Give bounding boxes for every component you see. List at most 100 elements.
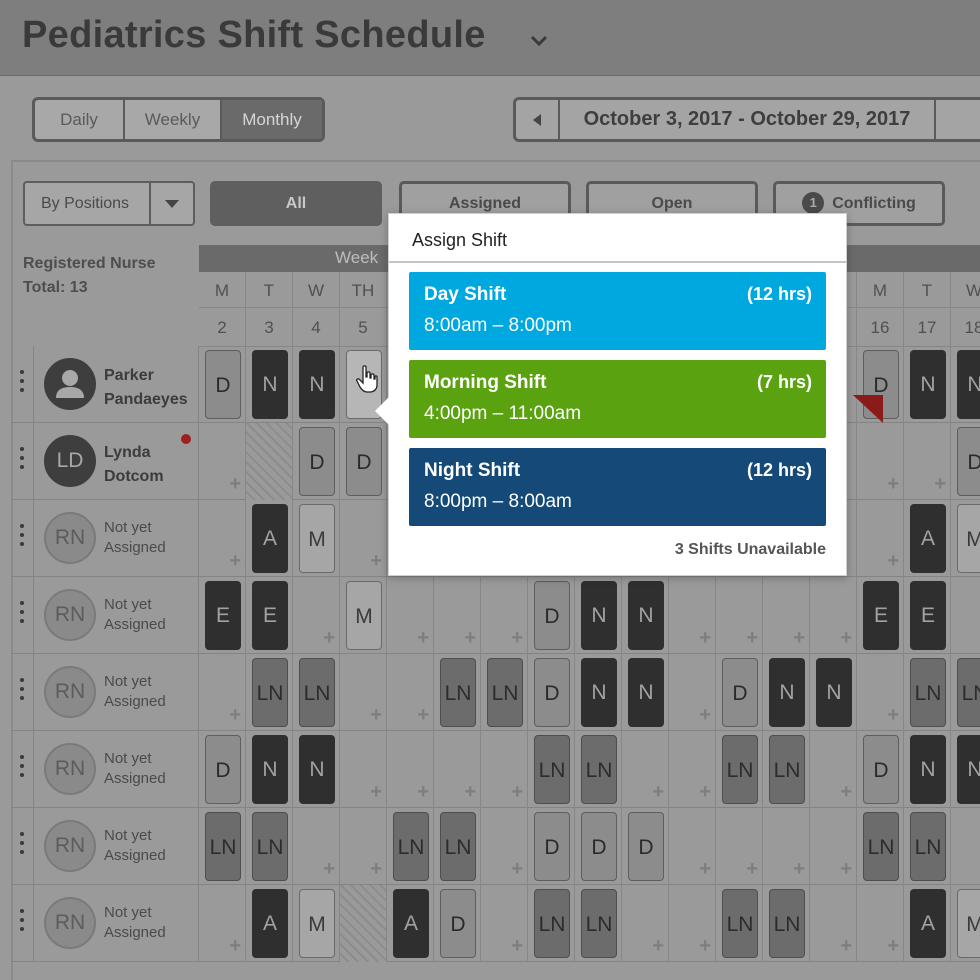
- schedule-cell[interactable]: +: [763, 808, 810, 885]
- schedule-cell[interactable]: LN: [528, 731, 575, 808]
- schedule-cell[interactable]: LN: [904, 654, 951, 731]
- add-shift-icon[interactable]: +: [370, 781, 382, 804]
- avatar[interactable]: RN: [44, 897, 96, 949]
- schedule-cell[interactable]: LN: [434, 654, 481, 731]
- schedule-cell[interactable]: D: [340, 423, 387, 500]
- staff-member[interactable]: RN Not yet Assigned: [33, 577, 199, 654]
- schedule-cell[interactable]: N: [622, 577, 669, 654]
- schedule-cell[interactable]: M: [340, 577, 387, 654]
- shift-chip[interactable]: N: [816, 658, 852, 727]
- schedule-cell[interactable]: D: [857, 731, 904, 808]
- drag-handle-icon[interactable]: [19, 447, 25, 477]
- shift-chip[interactable]: N: [628, 581, 664, 650]
- shift-chip[interactable]: D: [205, 350, 241, 419]
- schedule-cell[interactable]: +: [434, 577, 481, 654]
- schedule-cell[interactable]: +: [481, 577, 528, 654]
- schedule-cell[interactable]: A: [387, 885, 434, 962]
- add-shift-icon[interactable]: +: [746, 627, 758, 650]
- schedule-cell[interactable]: LN: [246, 808, 293, 885]
- avatar[interactable]: RN: [44, 512, 96, 564]
- drag-handle-icon[interactable]: [19, 370, 25, 400]
- shift-chip[interactable]: D: [722, 658, 758, 727]
- add-shift-icon[interactable]: +: [511, 858, 523, 881]
- schedule-cell[interactable]: A: [246, 500, 293, 577]
- tab-daily[interactable]: Daily: [35, 100, 125, 139]
- schedule-cell[interactable]: +: [951, 577, 980, 654]
- shift-chip[interactable]: LN: [205, 812, 241, 881]
- shift-chip[interactable]: A: [393, 889, 429, 958]
- drag-handle-icon[interactable]: [19, 524, 25, 554]
- shift-chip[interactable]: E: [863, 581, 899, 650]
- schedule-cell[interactable]: D: [716, 654, 763, 731]
- schedule-cell[interactable]: E: [246, 577, 293, 654]
- add-shift-icon[interactable]: +: [229, 550, 241, 573]
- schedule-cell[interactable]: +: [810, 885, 857, 962]
- schedule-cell[interactable]: LN: [763, 885, 810, 962]
- schedule-cell[interactable]: [246, 423, 293, 500]
- shift-chip[interactable]: LN: [487, 658, 523, 727]
- add-shift-icon[interactable]: +: [511, 627, 523, 650]
- add-shift-icon[interactable]: +: [229, 935, 241, 958]
- shift-chip[interactable]: M: [346, 581, 382, 650]
- shift-chip[interactable]: LN: [769, 735, 805, 804]
- schedule-cell[interactable]: N: [904, 731, 951, 808]
- schedule-cell[interactable]: M: [293, 500, 340, 577]
- avatar[interactable]: RN: [44, 743, 96, 795]
- add-shift-icon[interactable]: +: [840, 935, 852, 958]
- shift-chip[interactable]: M: [957, 504, 980, 573]
- schedule-cell[interactable]: +: [340, 731, 387, 808]
- shift-chip[interactable]: M: [957, 889, 980, 958]
- schedule-cell[interactable]: D: [434, 885, 481, 962]
- schedule-cell[interactable]: LN: [481, 654, 528, 731]
- schedule-cell[interactable]: +: [669, 808, 716, 885]
- avatar[interactable]: RN: [44, 589, 96, 641]
- add-shift-icon[interactable]: +: [323, 858, 335, 881]
- schedule-cell[interactable]: +: [669, 885, 716, 962]
- schedule-cell[interactable]: N: [904, 346, 951, 423]
- add-shift-icon[interactable]: +: [464, 627, 476, 650]
- schedule-cell[interactable]: +: [904, 423, 951, 500]
- shift-chip[interactable]: LN: [581, 735, 617, 804]
- add-shift-icon[interactable]: +: [229, 704, 241, 727]
- staff-member[interactable]: Parker Pandaeyes: [33, 346, 199, 423]
- add-shift-icon[interactable]: +: [887, 935, 899, 958]
- schedule-cell[interactable]: N: [951, 346, 980, 423]
- schedule-cell[interactable]: +: [293, 577, 340, 654]
- staff-member[interactable]: RN Not yet Assigned: [33, 885, 199, 962]
- schedule-cell[interactable]: +: [716, 577, 763, 654]
- shift-option-morning[interactable]: Morning Shift (7 hrs) 4:00pm – 11:00am: [409, 360, 826, 438]
- schedule-cell[interactable]: LN: [716, 885, 763, 962]
- shift-chip[interactable]: N: [299, 735, 335, 804]
- add-shift-icon[interactable]: +: [370, 704, 382, 727]
- schedule-cell[interactable]: +: [669, 654, 716, 731]
- avatar[interactable]: [44, 358, 96, 410]
- schedule-cell[interactable]: LN: [904, 808, 951, 885]
- shift-chip[interactable]: N: [252, 735, 288, 804]
- add-shift-icon[interactable]: +: [511, 935, 523, 958]
- shift-chip[interactable]: D: [205, 735, 241, 804]
- shift-chip[interactable]: D: [534, 658, 570, 727]
- add-shift-icon[interactable]: +: [370, 858, 382, 881]
- add-shift-icon[interactable]: +: [793, 627, 805, 650]
- add-shift-icon[interactable]: +: [417, 781, 429, 804]
- schedule-cell[interactable]: D: [199, 731, 246, 808]
- schedule-cell[interactable]: LN: [528, 885, 575, 962]
- shift-chip[interactable]: E: [205, 581, 241, 650]
- schedule-cell[interactable]: LN: [763, 731, 810, 808]
- schedule-cell[interactable]: +: [810, 808, 857, 885]
- add-shift-icon[interactable]: +: [323, 627, 335, 650]
- schedule-cell[interactable]: LN: [246, 654, 293, 731]
- schedule-cell[interactable]: D: [575, 808, 622, 885]
- add-shift-icon[interactable]: +: [746, 858, 758, 881]
- schedule-cell[interactable]: +: [199, 654, 246, 731]
- shift-chip[interactable]: N: [299, 350, 335, 419]
- add-shift-icon[interactable]: +: [652, 935, 664, 958]
- staff-member[interactable]: LD Lynda Dotcom: [33, 423, 199, 500]
- drag-handle-icon[interactable]: [19, 832, 25, 862]
- staff-member[interactable]: RN Not yet Assigned: [33, 654, 199, 731]
- add-shift-icon[interactable]: +: [887, 550, 899, 573]
- schedule-cell[interactable]: +: [857, 885, 904, 962]
- schedule-cell[interactable]: +: [810, 577, 857, 654]
- add-shift-icon[interactable]: +: [417, 704, 429, 727]
- add-shift-icon[interactable]: +: [887, 704, 899, 727]
